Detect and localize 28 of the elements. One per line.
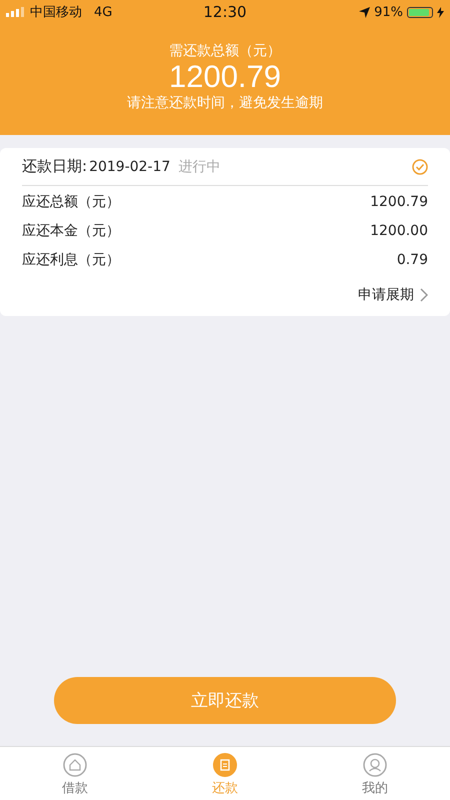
- tab-item[interactable]: 我的: [345, 747, 405, 800]
- person-icon: [363, 753, 387, 777]
- signal-icon: [6, 7, 26, 17]
- location-arrow-icon: [359, 6, 370, 18]
- battery-percent: 91%: [374, 4, 403, 20]
- status-text: 进行中: [178, 158, 220, 176]
- chevron-right-icon: [420, 288, 428, 302]
- amount-label: 应还本金（元）: [22, 222, 120, 240]
- overdue-notice: 请注意还款时间，避免发生逾期: [127, 94, 323, 112]
- battery-icon: [406, 6, 433, 18]
- total-due-label: 需还款总额（元）: [169, 42, 281, 60]
- clock-time: 12:30: [203, 3, 247, 21]
- due-date: 2019-02-17: [89, 158, 170, 174]
- total-due-amount: 1200.79: [168, 60, 282, 94]
- network-type: 4G: [94, 4, 112, 20]
- due-date-label: 还款日期:: [22, 157, 88, 176]
- document-icon: [213, 753, 237, 777]
- amount-value: 1200.79: [370, 194, 428, 210]
- carrier-name: 中国移动: [30, 4, 82, 21]
- check-circle-icon: [412, 158, 428, 174]
- tab-item[interactable]: 借款: [45, 747, 105, 800]
- charging-bolt-icon: [436, 6, 444, 18]
- extend-link[interactable]: 申请展期: [358, 274, 428, 316]
- amount-label: 应还利息（元）: [22, 250, 120, 268]
- amount-value: 0.79: [396, 252, 428, 268]
- house-icon: [63, 753, 87, 777]
- amount-value: 1200.00: [370, 222, 428, 238]
- amount-label: 应还总额（元）: [22, 192, 120, 210]
